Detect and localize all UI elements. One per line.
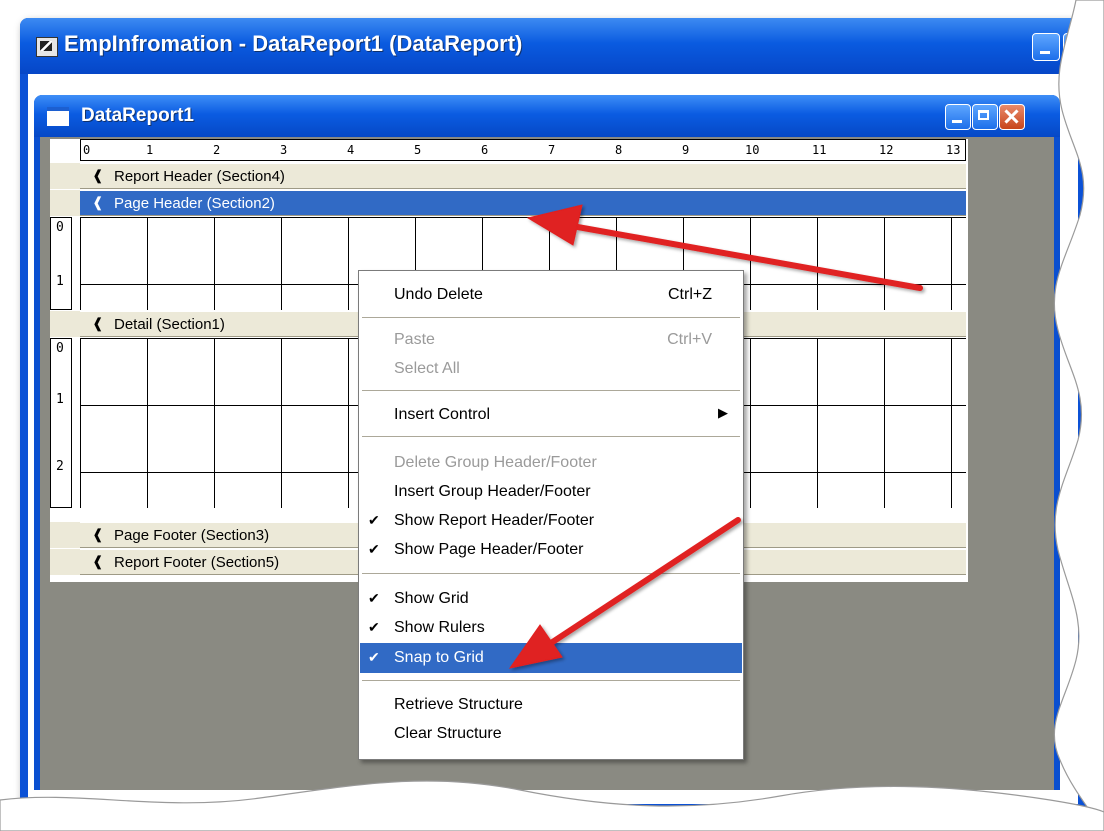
menu-item-label: Undo Delete [394, 286, 483, 303]
ruler-tick: 13 [946, 143, 961, 157]
ruler-tick: 7 [548, 143, 556, 157]
menu-item-insert-control[interactable]: Insert Control ▶ [360, 400, 742, 430]
outer-minimize-button[interactable] [1032, 33, 1060, 61]
ruler-tick: 8 [615, 143, 623, 157]
inner-window-title: DataReport1 [81, 105, 194, 126]
band-selector[interactable] [50, 522, 81, 548]
check-icon: ✔ [368, 619, 380, 635]
ruler-tick: 11 [812, 143, 827, 157]
menu-separator [362, 317, 740, 318]
band-selector[interactable] [50, 549, 81, 575]
section-arrow-icon: ❰ [92, 167, 104, 183]
menu-separator [362, 680, 740, 681]
menu-separator [362, 390, 740, 391]
check-icon: ✔ [368, 541, 380, 557]
ruler-tick: 6 [481, 143, 489, 157]
menu-item-retrieve-structure[interactable]: Retrieve Structure [360, 690, 742, 720]
check-icon: ✔ [368, 590, 380, 606]
menu-item-select-all[interactable]: Select All [360, 354, 742, 384]
ruler-tick: 0 [83, 143, 91, 157]
menu-item-show-report-header-footer[interactable]: ✔ Show Report Header/Footer [360, 506, 742, 536]
menu-item-label: Show Report Header/Footer [394, 512, 595, 529]
menu-item-delete-group[interactable]: Delete Group Header/Footer [360, 448, 742, 478]
outer-maximize-button[interactable] [1063, 33, 1091, 61]
menu-item-insert-group[interactable]: Insert Group Header/Footer [360, 477, 742, 507]
menu-item-label: Show Page Header/Footer [394, 541, 584, 558]
inner-close-button[interactable] [999, 104, 1025, 130]
vruler-tick: 0 [56, 220, 64, 235]
ruler-tick: 2 [213, 143, 221, 157]
inner-title-bar[interactable]: DataReport1 [34, 95, 1060, 137]
menu-item-show-rulers[interactable]: ✔ Show Rulers [360, 613, 742, 643]
document-window-icon [47, 107, 69, 126]
ruler-tick: 9 [682, 143, 690, 157]
menu-item-label: Show Rulers [394, 619, 485, 636]
menu-item-show-grid[interactable]: ✔ Show Grid [360, 584, 742, 614]
vruler-tick: 2 [56, 459, 64, 474]
section-arrow-icon: ❰ [92, 553, 104, 569]
ruler-tick: 3 [280, 143, 288, 157]
vruler-tick: 1 [56, 392, 64, 407]
report-header-band[interactable]: ❰ Report Header (Section4) [50, 163, 966, 189]
menu-separator [362, 436, 740, 437]
band-selector[interactable] [50, 163, 81, 189]
menu-item-label: Retrieve Structure [394, 696, 523, 713]
vruler-tick: 1 [56, 274, 64, 289]
detail-label: Detail (Section1) [114, 316, 225, 333]
report-header-label-bar[interactable]: ❰ Report Header (Section4) [80, 163, 966, 189]
horizontal-ruler: 0 1 2 3 4 5 6 7 8 9 10 11 12 13 [80, 139, 966, 161]
menu-item-label: Clear Structure [394, 725, 502, 742]
ruler-tick: 1 [146, 143, 154, 157]
ruler-tick: 10 [745, 143, 760, 157]
vruler-tick: 0 [56, 341, 64, 356]
ruler-tick: 12 [879, 143, 894, 157]
detail-vertical-ruler: 0 1 2 [50, 338, 72, 508]
page-header-label-bar[interactable]: ❰ Page Header (Section2) [80, 190, 966, 216]
menu-item-label: Snap to Grid [394, 649, 484, 666]
menu-item-label: Paste [394, 331, 435, 348]
menu-item-show-page-header-footer[interactable]: ✔ Show Page Header/Footer [360, 535, 742, 565]
page-header-band[interactable]: ❰ Page Header (Section2) [50, 190, 966, 216]
menu-item-label: Insert Group Header/Footer [394, 483, 591, 500]
outer-title-bar[interactable]: EmpInfromation - DataReport1 (DataReport… [20, 18, 1104, 74]
menu-item-label: Show Grid [394, 590, 469, 607]
section-arrow-icon: ❰ [92, 526, 104, 542]
report-footer-label: Report Footer (Section5) [114, 554, 280, 571]
page-header-label: Page Header (Section2) [114, 195, 275, 212]
check-icon: ✔ [368, 649, 380, 665]
band-selector[interactable] [50, 311, 81, 337]
report-header-label: Report Header (Section4) [114, 168, 285, 185]
page-footer-label: Page Footer (Section3) [114, 527, 270, 544]
section-arrow-icon: ❰ [92, 194, 104, 210]
band-selector[interactable] [50, 190, 81, 216]
menu-item-label: Delete Group Header/Footer [394, 454, 597, 471]
context-menu: Undo Delete Ctrl+Z Paste Ctrl+V Select A… [358, 270, 744, 760]
menu-item-paste[interactable]: Paste Ctrl+V [360, 325, 742, 355]
menu-separator [362, 573, 740, 574]
check-icon: ✔ [368, 512, 380, 528]
menu-item-clear-structure[interactable]: Clear Structure [360, 719, 742, 749]
inner-maximize-button[interactable] [972, 104, 998, 130]
menu-item-snap-to-grid[interactable]: ✔ Snap to Grid [360, 643, 742, 673]
menu-item-label: Select All [394, 360, 460, 377]
menu-item-label: Insert Control [394, 406, 491, 423]
ruler-tick: 4 [347, 143, 355, 157]
menu-item-shortcut: Ctrl+Z [668, 286, 712, 303]
ruler-tick: 5 [414, 143, 422, 157]
outer-window-title: EmpInfromation - DataReport1 (DataReport… [64, 31, 523, 56]
page-header-vertical-ruler: 0 1 [50, 217, 72, 310]
inner-minimize-button[interactable] [945, 104, 971, 130]
data-report-app-icon [36, 37, 58, 57]
submenu-arrow-icon: ▶ [718, 405, 728, 420]
menu-item-shortcut: Ctrl+V [667, 331, 712, 348]
section-arrow-icon: ❰ [92, 315, 104, 331]
menu-item-undo-delete[interactable]: Undo Delete Ctrl+Z [360, 280, 742, 310]
